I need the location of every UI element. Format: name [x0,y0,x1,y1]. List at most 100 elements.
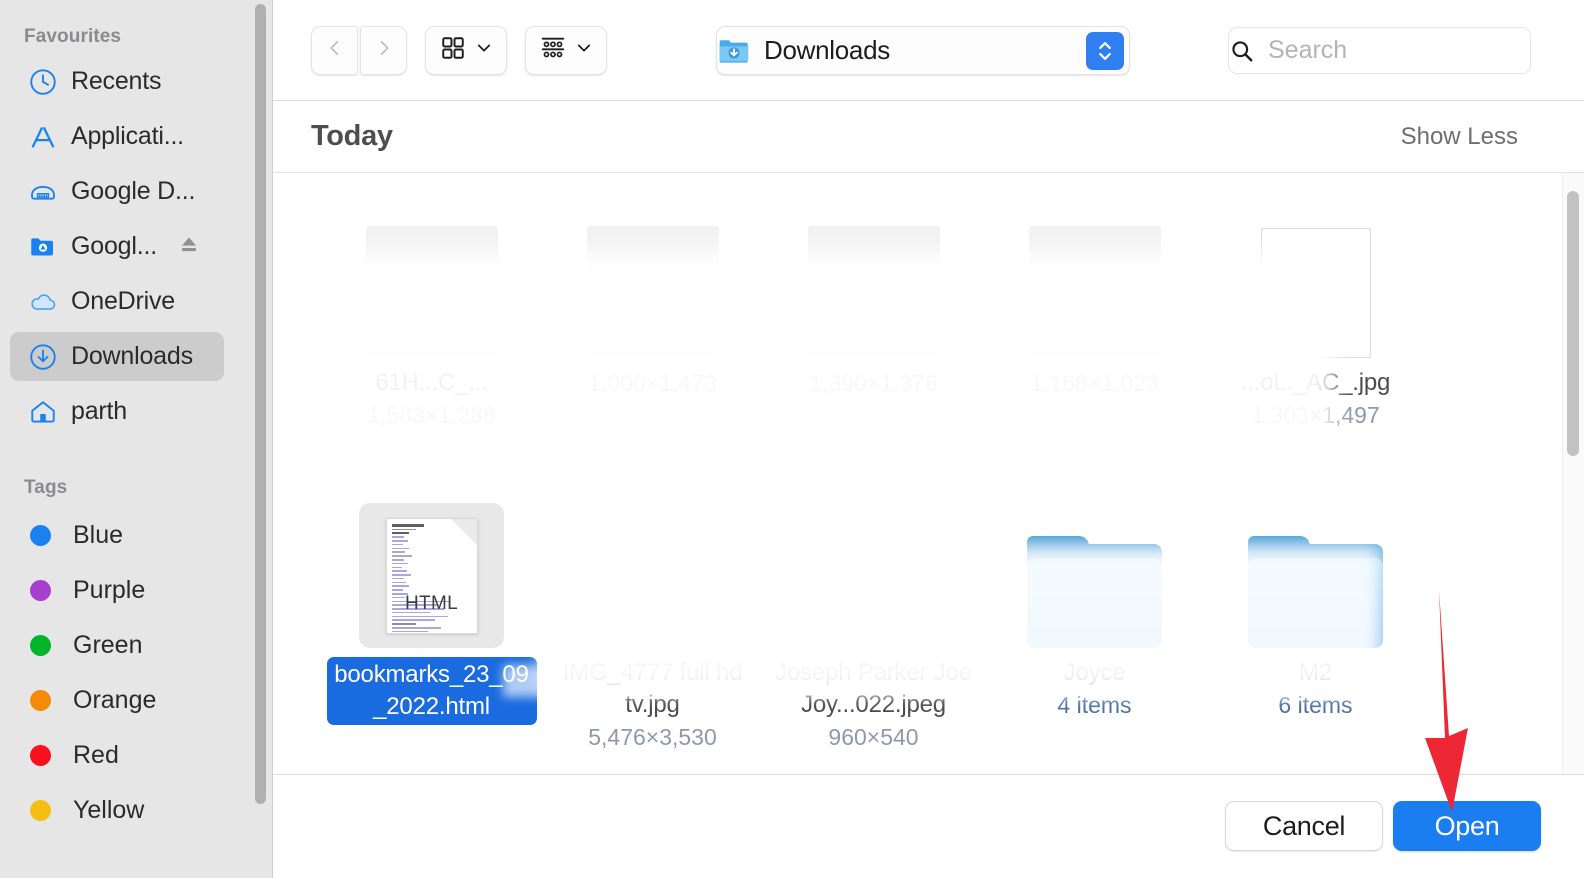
grid-view-icon [440,35,466,66]
file-thumbnail [1022,213,1167,358]
file-name: Joseph Parker Joe Joy...022.jpeg [774,657,974,721]
folder-item[interactable]: M2 6 items [1205,503,1426,751]
tag-label: Yellow [73,796,144,825]
sidebar-scrollbar[interactable] [255,4,266,804]
file-thumbnail [1243,213,1388,358]
file-thumbnail [580,503,725,648]
file-meta: 1,303×1,497 [1251,402,1380,429]
sidebar-item-downloads[interactable]: Downloads [10,332,224,381]
applications-icon [26,120,60,154]
folder-thumbnail [1022,503,1167,648]
group-header: Today Show Less [273,101,1584,173]
file-item-selected[interactable]: HTML bookmarks_23_09_2022.html [321,503,542,751]
download-circle-icon [26,340,60,374]
sidebar-item-parth[interactable]: parth [10,387,224,436]
back-button[interactable] [311,26,358,75]
sidebar-item-label: Google D... [71,177,195,206]
file-thumbnail [359,213,504,358]
sidebar: Favourites Recents Applicati... [0,0,273,878]
blurred-label-overlay [297,451,1527,503]
sidebar-tag-red[interactable]: Red [10,728,224,783]
tag-color-dot [30,635,51,656]
file-row: HTML bookmarks_23_09_2022.html IMG_4777 … [273,503,1584,751]
file-name: IMG_4777 full hd tv.jpg [553,657,753,721]
file-item[interactable]: 1,000×1,473 [542,213,763,429]
tag-label: Blue [73,521,123,550]
chevron-down-icon [575,39,593,62]
group-by-button[interactable] [525,26,607,75]
file-name: 61H...C_... [332,367,532,399]
file-meta: 1,168×1,023 [1030,370,1159,397]
file-meta: 5,476×3,530 [588,724,717,751]
forward-button[interactable] [360,26,407,75]
html-document-icon: HTML [386,518,478,634]
content-scrollbar-track[interactable] [1562,173,1584,774]
sidebar-item-google-drive-folder[interactable]: Googl... [10,222,224,271]
tag-color-dot [30,690,51,711]
sidebar-item-label: Googl... [71,232,157,261]
sidebar-item-applications[interactable]: Applicati... [10,112,224,161]
sidebar-tag-yellow[interactable]: Yellow [10,783,224,838]
tag-color-dot [30,525,51,546]
path-dropdown[interactable]: Downloads [716,26,1130,75]
file-item[interactable]: ...oL._AC_.jpg 1,303×1,497 [1205,213,1426,429]
search-placeholder: Search [1268,36,1347,65]
file-row: 61H...C_... 1,583×1,288 1,000×1,473 1,39… [273,213,1584,429]
sidebar-tag-purple[interactable]: Purple [10,563,224,618]
toolbar: Downloads Search [273,0,1584,101]
sidebar-tag-green[interactable]: Green [10,618,224,673]
file-item[interactable]: Joseph Parker Joe Joy...022.jpeg 960×540 [763,503,984,751]
file-meta: 1,000×1,473 [588,370,717,397]
file-item[interactable]: IMG_4777 full hd tv.jpg 5,476×3,530 [542,503,763,751]
sidebar-item-recents[interactable]: Recents [10,57,224,106]
file-name: ...oL._AC_.jpg [1216,367,1416,399]
folder-name: M2 [1216,657,1416,689]
sidebar-item-label: Applicati... [71,122,184,151]
file-type-label: HTML [387,593,477,615]
cancel-button[interactable]: Cancel [1225,801,1383,851]
chevron-left-icon [325,36,345,65]
file-meta: 1,390×1,376 [809,370,938,397]
sidebar-tag-blue[interactable]: Blue [10,508,224,563]
file-grid: 61H...C_... 1,583×1,288 1,000×1,473 1,39… [273,173,1584,774]
folder-name: Joyce [995,657,1195,689]
open-button[interactable]: Open [1393,801,1541,851]
file-item[interactable]: 1,168×1,023 [984,213,1205,429]
folder-item-count: 4 items [1057,692,1131,719]
eject-icon[interactable] [176,231,202,262]
file-thumbnail [580,213,725,358]
search-icon [1229,38,1255,64]
show-less-button[interactable]: Show Less [1401,123,1518,151]
file-thumbnail: HTML [359,503,504,648]
file-thumbnail [801,213,946,358]
chevron-right-icon [374,36,394,65]
sidebar-section-tags-title: Tags [0,477,67,499]
tag-color-dot [30,745,51,766]
grid-view-button[interactable] [425,26,507,75]
downloads-folder-icon [717,36,751,66]
tag-label: Green [73,631,142,660]
tag-label: Purple [73,576,145,605]
sidebar-section-favourites-title: Favourites [0,26,121,48]
tag-color-dot [30,580,51,601]
content-scrollbar-thumb[interactable] [1567,191,1579,456]
group-title: Today [311,120,393,153]
tag-label: Red [73,741,119,770]
file-item[interactable]: 1,390×1,376 [763,213,984,429]
sidebar-item-onedrive[interactable]: OneDrive [10,277,224,326]
chevron-down-icon [475,39,493,62]
sidebar-item-google-drive-disk[interactable]: Google D... [10,167,224,216]
file-meta: 1,583×1,288 [367,402,496,429]
tag-color-dot [30,800,51,821]
folder-item[interactable]: Joyce 4 items [984,503,1205,751]
tag-label: Orange [73,686,156,715]
folder-thumbnail [1243,503,1388,648]
sidebar-tag-orange[interactable]: Orange [10,673,224,728]
dialog-button-bar: Cancel Open [273,774,1584,877]
file-thumbnail [801,503,946,648]
file-meta: 960×540 [828,724,918,751]
path-label: Downloads [764,35,890,66]
file-item[interactable]: 61H...C_... 1,583×1,288 [321,213,542,429]
stepper-updown-icon[interactable] [1086,32,1124,70]
search-input[interactable]: Search [1228,27,1531,74]
